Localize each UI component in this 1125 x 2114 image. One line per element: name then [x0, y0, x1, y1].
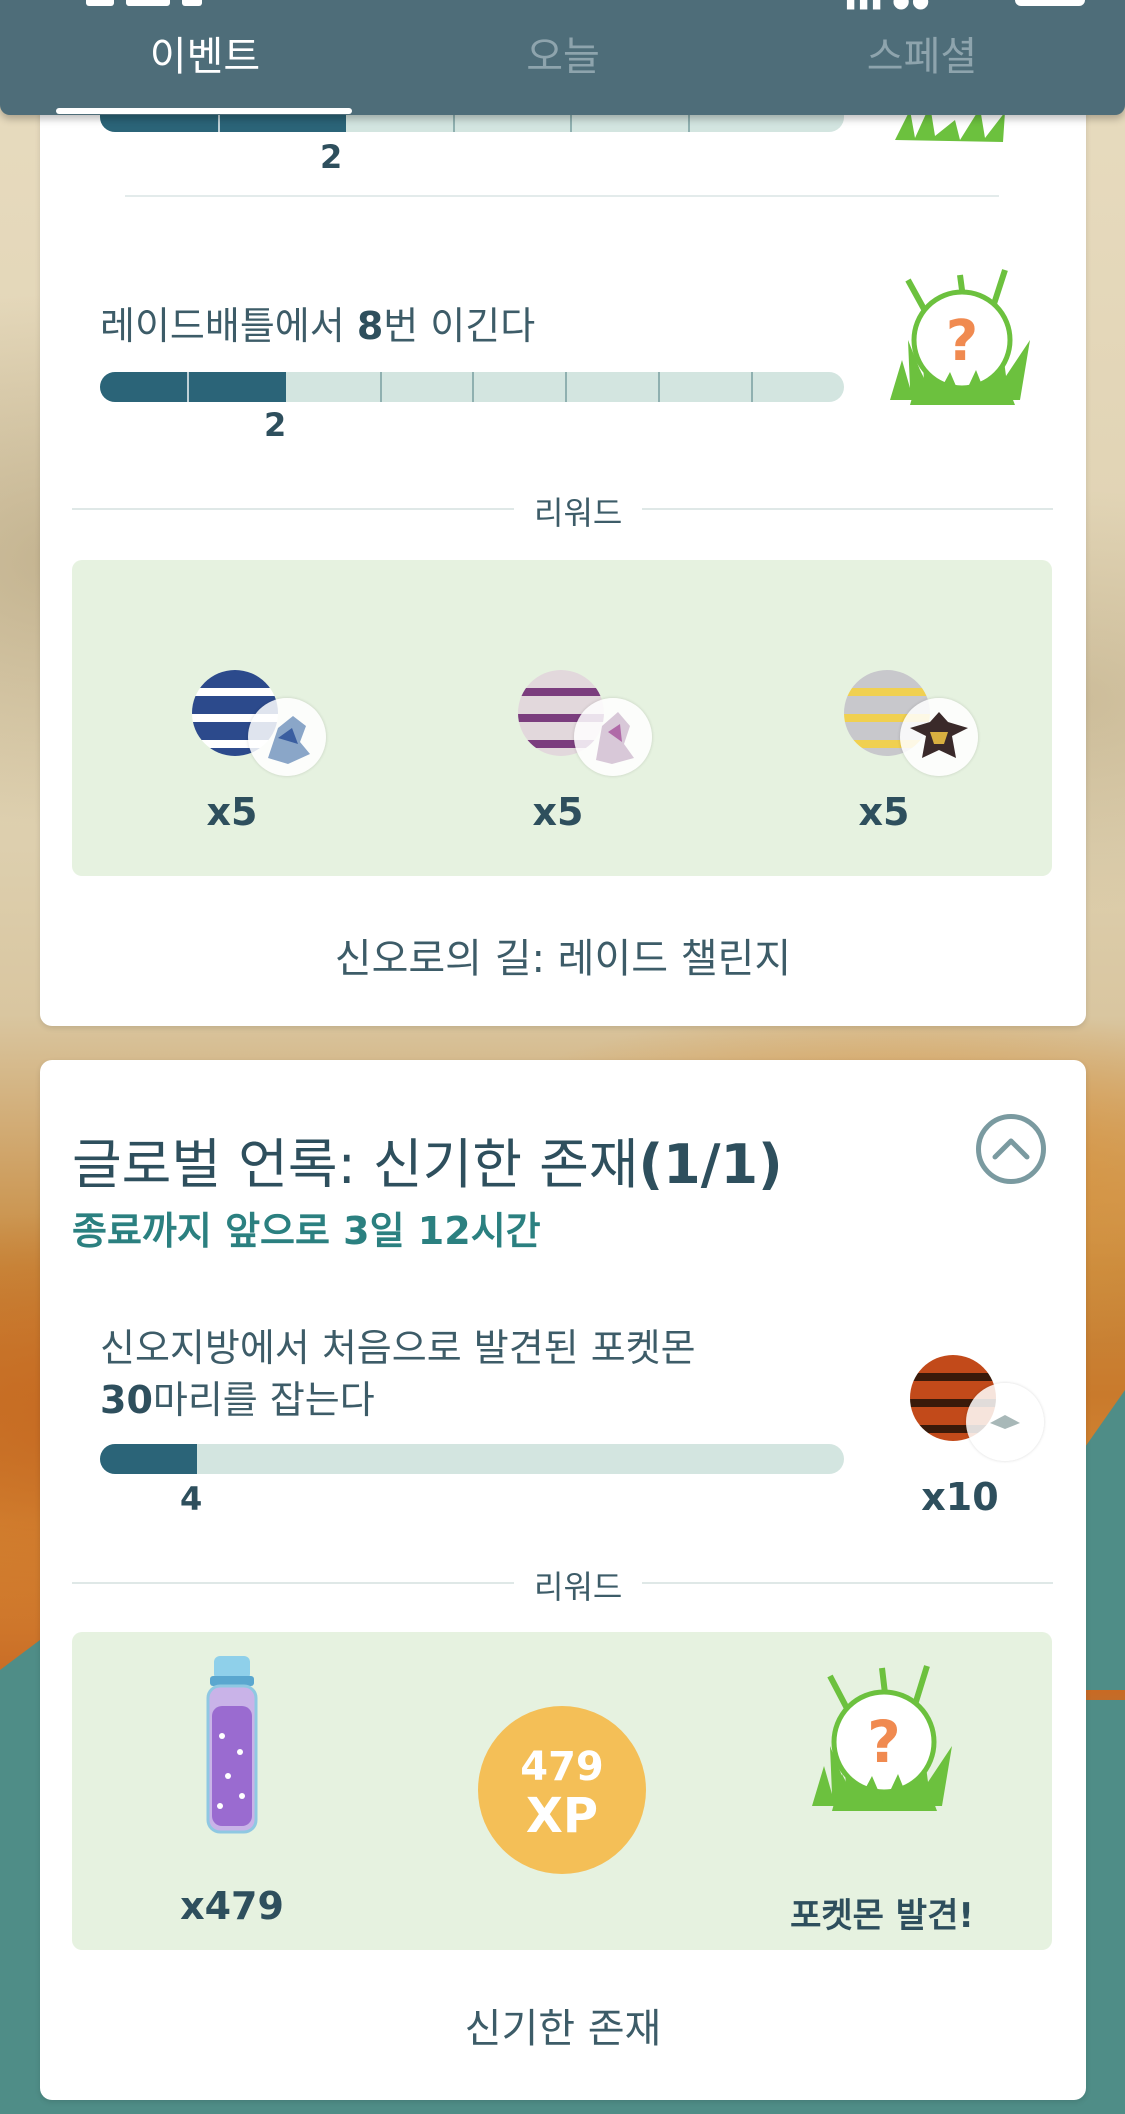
progress-fill — [100, 372, 286, 402]
svg-text:?: ? — [946, 309, 978, 374]
task-divider — [125, 195, 999, 197]
status-bar-indicators: ▮▮▮ ●● — [845, 0, 1085, 12]
discover-label: 포켓몬 발견! — [790, 1896, 974, 1936]
tab-events[interactable]: 이벤트 — [55, 24, 355, 82]
reward-item[interactable]: ? 포켓몬 발견! — [752, 1656, 1012, 1936]
rewards-label: 리워드 — [514, 1562, 643, 1608]
tab-today[interactable]: 오늘 — [413, 24, 713, 82]
svg-text:?: ? — [867, 1708, 901, 1776]
collapse-button[interactable] — [976, 1114, 1046, 1184]
task-description: 레이드배틀에서 8번 이긴다 — [100, 304, 536, 348]
research-card-global-unlock: 글로벌 언록: 신기한 존재(1/1) 종료까지 앞으로 3일 12시간 신오지… — [40, 1060, 1086, 2100]
reward-quantity: x5 — [858, 790, 910, 834]
reward-quantity: x5 — [532, 790, 584, 834]
mystery-encounter-icon: ? — [890, 269, 1030, 405]
pokemon-badge — [574, 698, 652, 776]
reward-item[interactable]: x5 — [518, 670, 678, 834]
tab-bar: ▮▮▮ ●● 이벤트 오늘 스페셜 — [0, 0, 1125, 115]
stardust-quantity: x479 — [180, 1884, 284, 1928]
task-reward-quantity: x10 — [921, 1475, 999, 1519]
xp-reward[interactable]: 479 XP — [478, 1706, 646, 1874]
xp-unit: XP — [525, 1788, 599, 1844]
mystery-encounter-icon: ? — [812, 1665, 952, 1811]
pokemon-badge — [900, 698, 978, 776]
rewards-box: x479 479 XP ? 포켓몬 발견! — [72, 1632, 1052, 1950]
status-bar-time — [86, 0, 236, 6]
task-progress-count: 2 — [264, 406, 287, 444]
task-reward[interactable]: x10 — [910, 1355, 1070, 1519]
reward-item[interactable]: x5 — [844, 670, 1004, 834]
rewards-divider-left — [72, 1582, 532, 1584]
active-tab-indicator — [56, 108, 352, 114]
rewards-label: 리워드 — [514, 488, 643, 534]
task-progress-bar — [100, 372, 844, 402]
card-footer-title: 신기한 존재 — [464, 2006, 662, 2052]
task-description: 신오지방에서 처음으로 발견된 포켓몬 30마리를 잡는다 — [100, 1326, 696, 1422]
progress-fill — [100, 1444, 197, 1474]
task-progress-bar — [100, 1444, 844, 1474]
pokemon-badge — [248, 698, 326, 776]
rewards-box: x5 x5 x5 — [72, 560, 1052, 876]
tab-special[interactable]: 스페셜 — [772, 24, 1072, 82]
battery-icon — [1015, 0, 1085, 6]
reward-quantity: x5 — [206, 790, 258, 834]
chevron-up-icon — [992, 1138, 1030, 1160]
pokemon-badge — [966, 1383, 1044, 1461]
card-footer-title: 신오로의 길: 레이드 챌린지 — [334, 936, 792, 982]
research-card-raid-challenge: 2 레이드배틀에서 8번 이긴다 2 ? 리워드 x5 x5 x5 신오로의 길… — [40, 60, 1086, 1026]
reward-item[interactable]: x5 — [192, 670, 352, 834]
reward-item[interactable]: x479 — [132, 1656, 332, 1928]
rewards-divider-right — [595, 1582, 1053, 1584]
signal-icon: ▮▮▮ ●● — [845, 0, 932, 12]
rewards-divider-left — [72, 508, 532, 510]
card-title: 글로벌 언록: 신기한 존재(1/1) — [72, 1133, 783, 1196]
stardust-vial-icon — [206, 1656, 258, 1834]
xp-amount: 479 — [520, 1744, 604, 1790]
rewards-divider-right — [595, 508, 1053, 510]
task-progress-count: 4 — [180, 1480, 203, 1518]
time-remaining: 종료까지 앞으로 3일 12시간 — [72, 1209, 541, 1253]
previous-task-progress-count: 2 — [320, 138, 343, 176]
